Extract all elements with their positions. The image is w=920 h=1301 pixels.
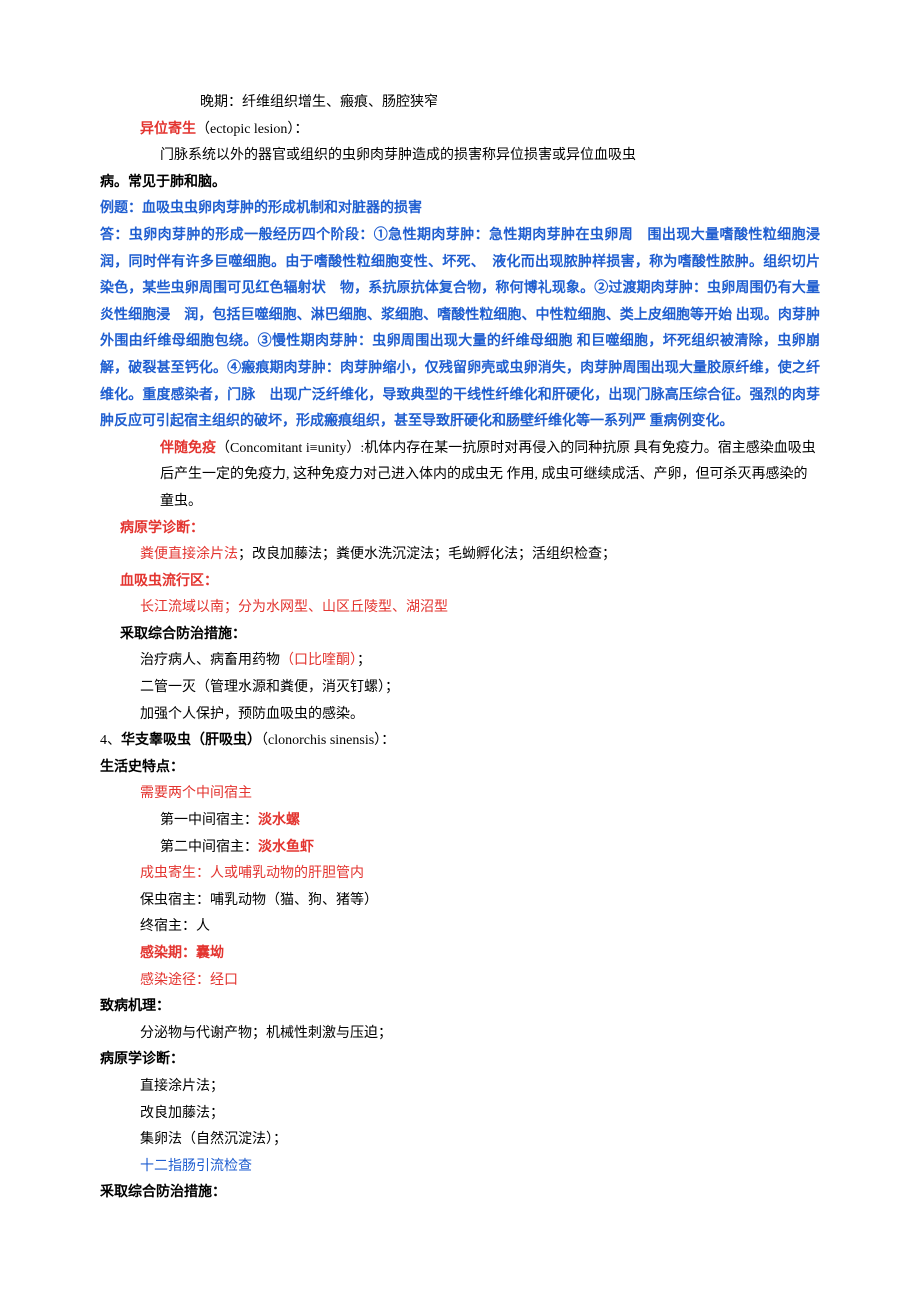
text-line: 感染途径：经口 [100,968,820,995]
text-line: 终宿主：人 [100,914,820,941]
text-line: 需要两个中间宿主 [100,781,820,808]
text-line: 改良加藤法； [100,1101,820,1128]
term-ectopic-en: （ectopic lesion）： [196,122,308,137]
text-line: 伴随免疫（Concomitant i≡unity）:机体内存在某一抗原时对再侵入… [100,436,820,516]
clonorchis-latin: （clonorchis sinensis）： [261,733,395,748]
heading-lifecycle: 生活史特点： [100,755,820,782]
text-line: 门脉系统以外的器官或组织的虫卵肉芽肿造成的损害称异位损害或异位血吸虫 [100,143,820,170]
heading-diagnosis: 病原学诊断： [100,516,820,543]
text-line: 保虫宿主：哺乳动物（猫、狗、猪等） [100,888,820,915]
text-line: 病。常见于肺和脑。 [100,170,820,197]
text-line: 第二中间宿主：淡水鱼虾 [100,835,820,862]
term-ectopic: 异位寄生 [140,122,196,137]
text-line: 十二指肠引流检查 [100,1154,820,1181]
heading-epidemic-area: 血吸虫流行区： [100,569,820,596]
host2-value: 淡水鱼虾 [258,840,314,855]
text-line: 晚期：纤维组织增生、瘢痕、肠腔狭窄 [100,90,820,117]
method-feces: 粪便直接涂片法 [140,547,238,562]
text-line: 成虫寄生：人或哺乳动物的肝胆管内 [100,861,820,888]
text-line: 直接涂片法； [100,1074,820,1101]
treatment-text: 治疗病人、病畜用药物 [140,653,280,668]
host2-label: 第二中间宿主： [160,840,258,855]
heading-prevention: 釆取综合防治措施： [100,622,820,649]
term-concomitant: 伴随免疫 [160,441,216,456]
text-line: 第一中间宿主：淡水螺 [100,808,820,835]
text-line: 二管一灭（管理水源和粪便，消灭钉螺）； [100,675,820,702]
clonorchis-name: 华支睾吸虫（肝吸虫） [121,733,261,748]
heading-prevention-2: 釆取综合防治措施： [100,1180,820,1207]
section-4-heading: 4、华支睾吸虫（肝吸虫）（clonorchis sinensis）： [100,728,820,755]
text-line: 感染期：囊坳 [100,941,820,968]
text-line: 粪便直接涂片法；改良加藤法；粪便水洗沉淀法；毛蚴孵化法；活组织检查； [100,542,820,569]
text-line: 长江流域以南；分为水网型、山区丘陵型、湖沼型 [100,595,820,622]
semicolon: ； [357,653,371,668]
text-line: 治疗病人、病畜用药物（口比喹酮）； [100,648,820,675]
num-4: 4、 [100,733,121,748]
example-answer: 答：虫卵肉芽肿的形成一般经历四个阶段：①急性期肉芽肿：急性期肉芽肿在虫卵周 围出… [100,223,820,436]
text-line: 异位寄生（ectopic lesion）： [100,117,820,144]
heading-pathogenesis: 致病机理： [100,994,820,1021]
term-concomitant-desc: （Concomitant i≡unity）:机体内存在某一抗原时对再侵入的同种抗… [160,441,816,509]
host1-value: 淡水螺 [258,813,300,828]
drug-name: （口比喹酮） [280,653,357,668]
methods-other: ；改良加藤法；粪便水洗沉淀法；毛蚴孵化法；活组织检查； [238,547,616,562]
text-line: 集卵法（自然沉淀法）； [100,1127,820,1154]
text-line: 分泌物与代谢产物；机械性刺激与压迫； [100,1021,820,1048]
heading-diagnosis-2: 病原学诊断： [100,1047,820,1074]
host1-label: 第一中间宿主： [160,813,258,828]
example-title: 例题：血吸虫虫卵肉芽肿的形成机制和对脏器的损害 [100,196,820,223]
text-line: 加强个人保护，预防血吸虫的感染。 [100,702,820,729]
